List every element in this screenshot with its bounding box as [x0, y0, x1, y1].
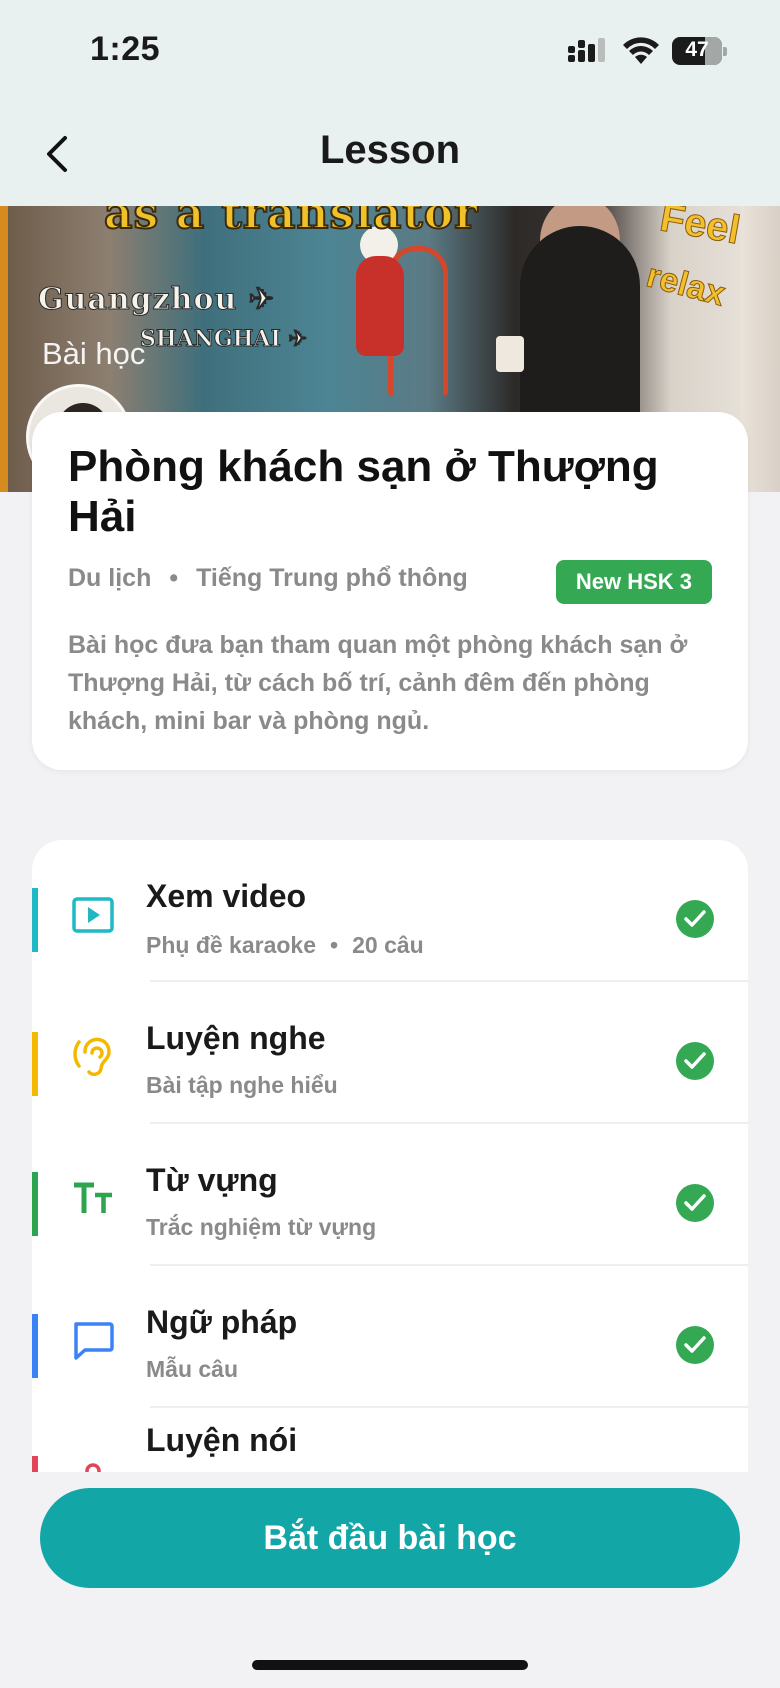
thumbnail-city-1: Guangzhou ✈ — [38, 282, 275, 318]
lesson-info-card: Phòng khách sạn ở Thượng Hải Du lịch • T… — [32, 412, 748, 770]
thumbnail-sticker-1: Feel — [656, 206, 744, 253]
text-size-icon — [68, 1174, 118, 1224]
home-indicator[interactable] — [252, 1660, 528, 1670]
lesson-title: Phòng khách sạn ở Thượng Hải — [68, 442, 659, 541]
step-color-bar — [32, 888, 38, 952]
play-video-icon — [68, 890, 118, 940]
lesson-language: Tiếng Trung phổ thông — [196, 564, 468, 592]
step-name: Ngữ pháp — [146, 1304, 298, 1340]
step-watch-video[interactable]: Xem video Phụ đề karaoke • 20 câu — [32, 840, 748, 982]
check-icon — [676, 900, 714, 938]
start-lesson-button[interactable]: Bắt đầu bài học — [40, 1488, 740, 1588]
step-subtitle-separator: • — [330, 932, 339, 958]
thumbnail-overlay-label: Bài học — [42, 336, 146, 371]
step-name: Xem video — [146, 878, 307, 914]
lesson-steps-list: Xem video Phụ đề karaoke • 20 câu Luyện … — [32, 840, 748, 1472]
step-subtitle-count: 20 câu — [352, 932, 424, 958]
level-badge: New HSK 3 — [555, 560, 712, 604]
microphone-icon — [68, 1458, 118, 1472]
battery-icon: 47 — [672, 37, 727, 65]
thumbnail-sticker-2: relax — [642, 256, 730, 314]
battery-level: 47 — [685, 38, 709, 61]
step-speaking[interactable]: Luyện nói — [32, 1408, 748, 1472]
step-listening[interactable]: Luyện nghe Bài tập nghe hiểu — [32, 982, 748, 1124]
thumbnail-cup — [496, 336, 524, 372]
step-name: Luyện nghe — [146, 1020, 326, 1056]
meta-separator: • — [169, 564, 179, 592]
step-color-bar — [32, 1172, 38, 1236]
ear-icon — [68, 1032, 118, 1082]
lesson-category: Du lịch — [68, 564, 152, 592]
status-time: 1:25 — [90, 30, 161, 68]
check-icon — [676, 1326, 714, 1364]
wifi-icon — [623, 37, 659, 64]
step-subtitle: Phụ đề karaoke • 20 câu — [146, 932, 424, 959]
step-name: Từ vựng — [146, 1162, 278, 1198]
cellular-signal-icon — [568, 38, 605, 62]
lesson-meta: Du lịch • Tiếng Trung phổ thông — [68, 564, 468, 593]
step-grammar[interactable]: Ngữ pháp Mẫu câu — [32, 1266, 748, 1408]
step-name: Luyện nói — [146, 1422, 298, 1458]
step-color-bar — [32, 1314, 38, 1378]
thumbnail-figure — [356, 256, 404, 356]
thumbnail-frame — [0, 206, 8, 492]
step-color-bar — [32, 1456, 38, 1472]
check-icon — [676, 1042, 714, 1080]
chat-bubble-icon — [68, 1316, 118, 1366]
thumbnail-city-2: SHANGHAI ✈ — [140, 326, 308, 353]
step-subtitle: Mẫu câu — [146, 1356, 239, 1382]
page-title: Lesson — [319, 128, 461, 172]
lesson-description: Bài học đưa bạn tham quan một phòng khác… — [68, 631, 688, 735]
check-icon — [676, 1184, 714, 1222]
step-subtitle: Bài tập nghe hiểu — [146, 1072, 338, 1098]
status-bar: 1:25 47 — [0, 0, 780, 104]
navigation-bar: Lesson — [0, 104, 780, 206]
step-subtitle-text: Phụ đề karaoke — [146, 932, 317, 958]
thumbnail-title-text: as a translator — [103, 206, 479, 240]
step-vocabulary[interactable]: Từ vựng Trắc nghiệm từ vựng — [32, 1124, 748, 1266]
step-color-bar — [32, 1032, 38, 1096]
step-subtitle: Trắc nghiệm từ vựng — [146, 1214, 377, 1240]
